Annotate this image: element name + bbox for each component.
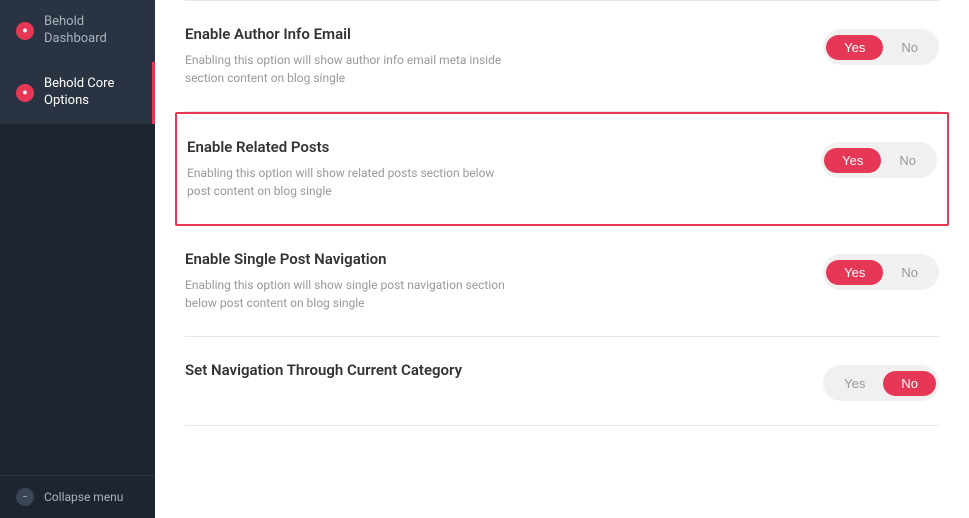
- option-text: Enable Single Post Navigation Enabling t…: [185, 250, 803, 312]
- option-text: Enable Related Posts Enabling this optio…: [187, 138, 801, 200]
- option-row-set-navigation-current-category: Set Navigation Through Current Category …: [185, 337, 939, 426]
- option-title: Enable Single Post Navigation: [185, 250, 803, 268]
- option-row-enable-single-post-navigation: Enable Single Post Navigation Enabling t…: [185, 226, 939, 337]
- option-desc: Enabling this option will show single po…: [185, 276, 505, 312]
- option-row-enable-related-posts: Enable Related Posts Enabling this optio…: [175, 112, 949, 226]
- sidebar-item-label: Behold Core Options: [44, 76, 139, 110]
- sidebar: ● Behold Dashboard ● Behold Core Options…: [0, 0, 155, 518]
- collapse-menu-label: Collapse menu: [44, 490, 123, 504]
- toggle-group-single-post-navigation: Yes No: [823, 254, 939, 290]
- sidebar-item-behold-dashboard[interactable]: ● Behold Dashboard: [0, 0, 155, 62]
- sidebar-bottom: − Collapse menu: [0, 475, 155, 518]
- behold-core-options-icon: ●: [16, 84, 34, 102]
- sidebar-item-behold-core-options[interactable]: ● Behold Core Options: [0, 62, 155, 124]
- yes-button-author-info-email[interactable]: Yes: [826, 35, 883, 60]
- no-button-author-info-email[interactable]: No: [883, 35, 936, 60]
- option-text: Set Navigation Through Current Category: [185, 361, 803, 387]
- options-container: Enable Author Info Email Enabling this o…: [155, 0, 969, 426]
- option-title: Enable Related Posts: [187, 138, 801, 156]
- option-text: Enable Author Info Email Enabling this o…: [185, 25, 803, 87]
- collapse-icon: −: [16, 488, 34, 506]
- toggle-group-author-info-email: Yes No: [823, 29, 939, 65]
- toggle-group-related-posts: Yes No: [821, 142, 937, 178]
- yes-button-related-posts[interactable]: Yes: [824, 148, 881, 173]
- option-row-enable-author-info-email: Enable Author Info Email Enabling this o…: [185, 0, 939, 112]
- option-title: Set Navigation Through Current Category: [185, 361, 803, 379]
- yes-button-single-post-navigation[interactable]: Yes: [826, 260, 883, 285]
- no-button-related-posts[interactable]: No: [881, 148, 934, 173]
- collapse-menu-item[interactable]: − Collapse menu: [0, 476, 155, 518]
- option-title: Enable Author Info Email: [185, 25, 803, 43]
- toggle-group-nav-current-category: Yes No: [823, 365, 939, 401]
- sidebar-item-label: Behold Dashboard: [44, 14, 139, 48]
- yes-button-nav-current-category[interactable]: Yes: [826, 371, 883, 396]
- behold-dashboard-icon: ●: [16, 22, 34, 40]
- option-desc: Enabling this option will show author in…: [185, 51, 505, 87]
- main-content: Enable Author Info Email Enabling this o…: [155, 0, 969, 518]
- no-button-single-post-navigation[interactable]: No: [883, 260, 936, 285]
- sidebar-nav: ● Behold Dashboard ● Behold Core Options: [0, 0, 155, 475]
- option-desc: Enabling this option will show related p…: [187, 164, 507, 200]
- no-button-nav-current-category[interactable]: No: [883, 371, 936, 396]
